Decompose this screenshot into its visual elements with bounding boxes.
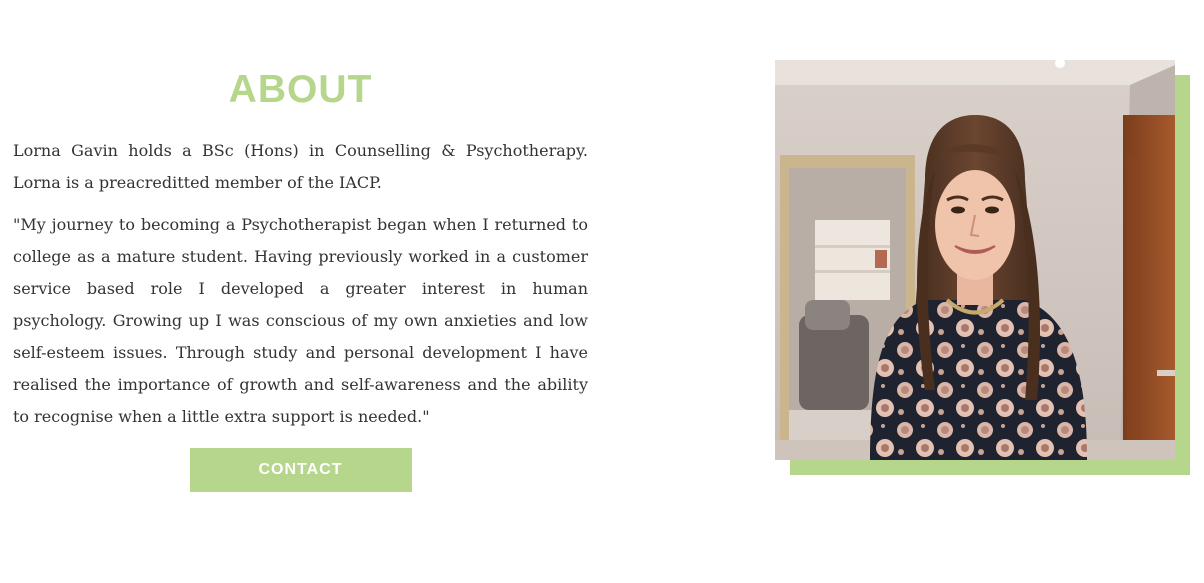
about-intro-paragraph: Lorna Gavin holds a BSc (Hons) in Counse… — [13, 141, 588, 192]
portrait-illustration — [775, 60, 1175, 460]
contact-button-wrap: CONTACT — [13, 448, 588, 492]
contact-button[interactable]: CONTACT — [189, 448, 412, 492]
about-heading: ABOUT — [228, 68, 373, 111]
portrait-photo — [775, 60, 1175, 460]
about-section: ABOUT Lorna Gavin holds a BSc (Hons) in … — [0, 0, 1204, 583]
about-quote-paragraph: "My journey to becoming a Psychotherapis… — [13, 215, 588, 426]
about-text-column: ABOUT Lorna Gavin holds a BSc (Hons) in … — [13, 62, 588, 492]
